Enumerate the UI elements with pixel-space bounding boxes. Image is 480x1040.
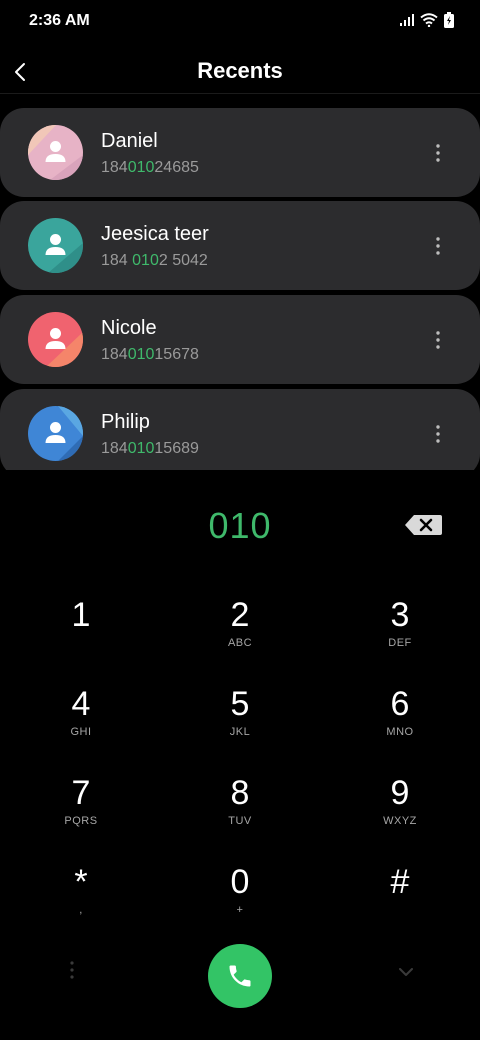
more-vertical-icon (436, 144, 440, 162)
key-digit: 3 (390, 596, 410, 634)
contact-card-daniel[interactable]: Daniel 18401024685 (0, 108, 480, 197)
more-vertical-icon (436, 425, 440, 443)
key-letters: PQRS (64, 815, 98, 827)
dialed-number: 010 (208, 505, 272, 546)
contact-number: 18401015678 (101, 346, 199, 363)
more-vertical-icon (70, 961, 74, 979)
more-vertical-icon (436, 237, 440, 255)
dialer-menu-button[interactable] (60, 958, 84, 982)
status-bar: 2:36 AM (0, 0, 480, 44)
avatar (28, 406, 83, 461)
contact-name: Jeesica teer (101, 223, 209, 245)
avatar (28, 125, 83, 180)
wifi-icon (420, 13, 438, 27)
avatar (28, 218, 83, 273)
more-options-button[interactable] (426, 140, 450, 166)
status-icons (400, 12, 454, 28)
backspace-icon (405, 515, 442, 535)
contact-card-philip[interactable]: Philip 18401015689 (0, 389, 480, 470)
contact-card-nicole[interactable]: Nicole 18401015678 (0, 295, 480, 384)
key-letters: TUV (228, 815, 252, 827)
key-4[interactable]: 4 GHI (21, 684, 141, 764)
signal-icon (400, 14, 414, 26)
key-5[interactable]: 5 JKL (180, 684, 300, 764)
key-digit: 9 (390, 774, 410, 812)
key-8[interactable]: 8 TUV (180, 773, 300, 853)
more-vertical-icon (436, 331, 440, 349)
avatar (28, 312, 83, 367)
key-letters: WXYZ (383, 815, 417, 827)
key-1[interactable]: 1 (21, 595, 141, 675)
key-digit: 8 (230, 774, 250, 812)
key-letters: ABC (227, 637, 253, 649)
chevron-down-icon (399, 968, 413, 976)
contact-number: 184 0102 5042 (101, 252, 208, 269)
key-digit: * (74, 863, 88, 901)
key-0[interactable]: 0 + (180, 862, 300, 942)
more-options-button[interactable] (426, 421, 450, 447)
battery-icon (444, 12, 454, 28)
dial-display: 010 (0, 505, 480, 555)
contact-number: 18401024685 (101, 159, 199, 176)
call-button[interactable] (208, 944, 272, 1008)
key-star[interactable]: * , (21, 862, 141, 942)
key-digit: 4 (71, 685, 91, 723)
key-letters: JKL (229, 726, 251, 738)
key-letters: MNO (386, 726, 414, 738)
key-digit: 7 (71, 774, 91, 812)
key-letters: + (236, 904, 244, 916)
recents-list: Daniel 18401024685 Jeesica teer 184 0102… (0, 108, 480, 470)
phone-icon (229, 965, 251, 987)
contact-number: 18401015689 (101, 440, 199, 457)
key-digit: # (390, 863, 410, 901)
key-digit: 2 (230, 596, 250, 634)
key-7[interactable]: 7 PQRS (21, 773, 141, 853)
key-6[interactable]: 6 MNO (340, 684, 460, 764)
bottom-actions (0, 940, 480, 1010)
collapse-keypad-button[interactable] (394, 962, 418, 982)
key-letters: DEF (388, 637, 412, 649)
key-hash[interactable]: # (340, 862, 460, 942)
contact-name: Nicole (101, 317, 157, 339)
page-title: Recents (197, 58, 283, 83)
key-digit: 0 (230, 863, 250, 901)
contact-name: Philip (101, 411, 150, 433)
key-digit: 6 (390, 685, 410, 723)
backspace-button[interactable] (404, 513, 444, 539)
key-9[interactable]: 9 WXYZ (340, 773, 460, 853)
key-letters: GHI (70, 726, 92, 738)
contact-card-jeesica[interactable]: Jeesica teer 184 0102 5042 (0, 201, 480, 290)
more-options-button[interactable] (426, 327, 450, 353)
key-3[interactable]: 3 DEF (340, 595, 460, 675)
key-digit: 1 (71, 596, 91, 634)
more-options-button[interactable] (426, 233, 450, 259)
key-2[interactable]: 2 ABC (180, 595, 300, 675)
key-letters: , (79, 904, 83, 916)
status-time: 2:36 AM (29, 12, 90, 29)
key-digit: 5 (230, 685, 250, 723)
contact-name: Daniel (101, 130, 158, 152)
header: Recents (0, 50, 480, 94)
